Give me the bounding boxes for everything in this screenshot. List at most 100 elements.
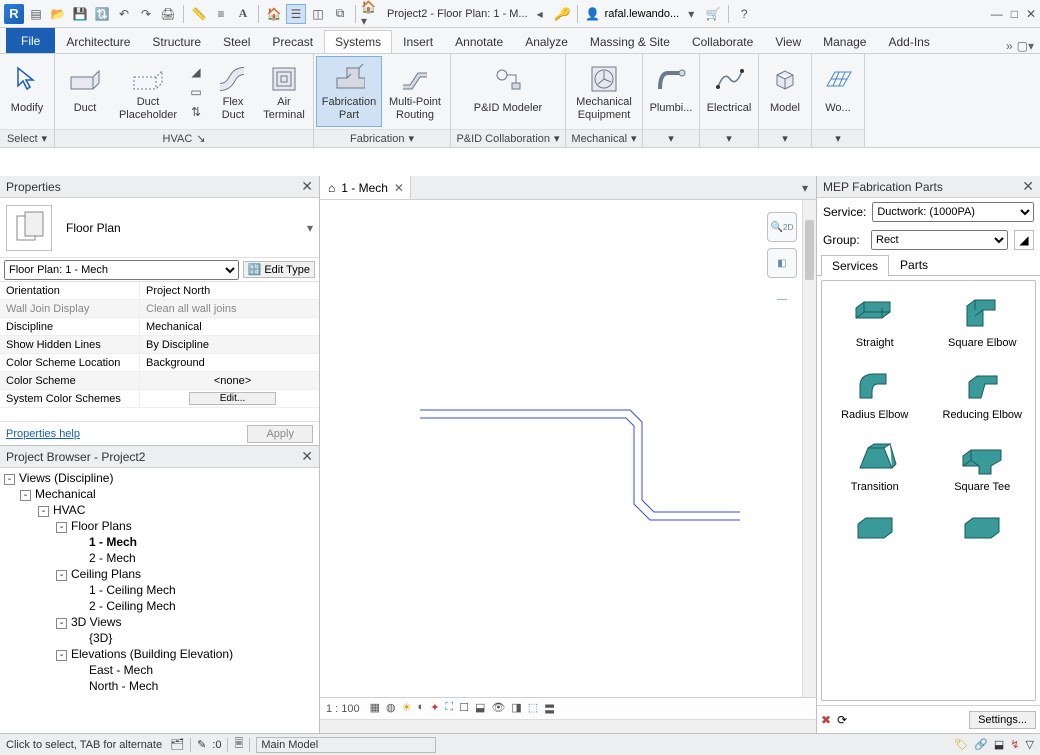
ribbon-tab-file[interactable]: File xyxy=(6,28,55,53)
tree-toggle-icon[interactable]: - xyxy=(20,490,31,501)
fabrication-part-button[interactable]: Fabrication Part xyxy=(316,56,382,127)
thin-lines-icon[interactable]: ☰ xyxy=(286,4,306,24)
ribbon-tab-architecture[interactable]: Architecture xyxy=(55,30,141,53)
service-select[interactable]: Ductwork: (1000PA) xyxy=(872,202,1034,222)
help-icon[interactable]: ? xyxy=(734,4,754,24)
workset-selector[interactable]: Main Model xyxy=(256,737,436,753)
property-row[interactable]: Color Scheme<none> xyxy=(0,372,319,390)
fab-part-straight[interactable]: Straight xyxy=(822,285,928,355)
tree-toggle-icon[interactable]: - xyxy=(56,618,67,629)
ribbon-tab-massing-site[interactable]: Massing & Site xyxy=(579,30,681,53)
type-dropdown-icon[interactable]: ▾ xyxy=(307,221,313,235)
edit-type-button[interactable]: 🔡 Edit Type xyxy=(243,261,315,278)
property-value[interactable]: By Discipline xyxy=(140,336,319,353)
electrical-button[interactable]: Electrical xyxy=(702,56,756,127)
status-icon-r5[interactable]: ▽ xyxy=(1026,738,1034,751)
modify-button[interactable]: Modify xyxy=(2,56,52,127)
tree-toggle-icon[interactable]: - xyxy=(56,570,67,581)
cart-icon[interactable]: 🛒 xyxy=(703,4,723,24)
group-select[interactable]: Rect xyxy=(871,230,1008,250)
close-tab-icon[interactable]: ✕ xyxy=(394,181,404,195)
property-value[interactable]: Clean all wall joins xyxy=(140,300,319,317)
model-group-expand[interactable]: ▾ xyxy=(759,129,811,147)
status-icon-r3[interactable]: ⬓ xyxy=(994,738,1004,751)
detail-level-icon[interactable]: ▦ xyxy=(370,701,380,717)
status-icon-r1[interactable]: 🏷 xyxy=(954,738,968,751)
shadows-icon[interactable]: ◐ xyxy=(418,701,425,717)
fab-part-transition[interactable]: Transition xyxy=(822,429,928,499)
status-icon-2[interactable]: ✎ xyxy=(197,738,206,751)
measure-icon[interactable]: 📏 xyxy=(189,4,209,24)
status-icon-r2[interactable]: 🔗 xyxy=(974,738,988,751)
tree-toggle-icon[interactable]: - xyxy=(4,474,15,485)
status-icon-3[interactable]: 🗏 xyxy=(234,735,243,754)
tree-node[interactable]: 1 - Ceiling Mech xyxy=(2,582,317,598)
tree-toggle-icon[interactable]: - xyxy=(56,650,67,661)
tree-node[interactable]: -Ceiling Plans xyxy=(2,566,317,582)
tree-node[interactable]: -Mechanical xyxy=(2,486,317,502)
tree-node[interactable]: -Views (Discipline) xyxy=(2,470,317,486)
ribbon-tab-insert[interactable]: Insert xyxy=(392,30,444,53)
close-hidden-icon[interactable]: ◫ xyxy=(308,4,328,24)
ribbon-tab-systems[interactable]: Systems xyxy=(324,30,392,53)
highlight-icon[interactable]: 〓 xyxy=(544,701,555,717)
fab-part-partial[interactable] xyxy=(930,501,1036,555)
sun-path-icon[interactable]: ☀ xyxy=(402,701,412,717)
ribbon-collapse-icon[interactable]: ▢▾ xyxy=(1017,39,1034,53)
user-name[interactable]: rafal.lewando... xyxy=(605,8,680,20)
select-dropdown[interactable]: Select ▾ xyxy=(0,129,54,147)
fabrication-group-label[interactable]: Fabrication ▾ xyxy=(314,129,450,147)
tree-node[interactable]: -HVAC xyxy=(2,502,317,518)
ribbon-tab-structure[interactable]: Structure xyxy=(141,30,212,53)
nav-left-icon[interactable]: ◂ xyxy=(530,4,550,24)
print-icon[interactable]: 🖨 xyxy=(158,4,178,24)
fab-part-square-elbow[interactable]: Square Elbow xyxy=(930,285,1036,355)
canvas[interactable]: 🔍2D ◧ — xyxy=(320,200,816,697)
horizontal-scrollbar[interactable] xyxy=(320,719,816,733)
close-window-button[interactable]: ✕ xyxy=(1026,7,1036,21)
properties-close-icon[interactable]: ✕ xyxy=(301,178,313,195)
ribbon-tab-collaborate[interactable]: Collaborate xyxy=(681,30,764,53)
settings-button[interactable]: Settings... xyxy=(969,711,1036,729)
workplane-button[interactable]: Wo... xyxy=(814,56,862,127)
project-browser-close-icon[interactable]: ✕ xyxy=(301,448,313,465)
tree-node[interactable]: 1 - Mech xyxy=(2,534,317,550)
lock-icon[interactable]: ⬓ xyxy=(475,701,485,717)
electrical-group-expand[interactable]: ▾ xyxy=(700,129,758,147)
redo-icon[interactable]: ↷ xyxy=(136,4,156,24)
sync-icon[interactable]: 🔃 xyxy=(92,4,112,24)
tree-node[interactable]: 2 - Mech xyxy=(2,550,317,566)
reveal-icon[interactable]: ◨ xyxy=(511,701,521,717)
plumbing-group-expand[interactable]: ▾ xyxy=(643,129,699,147)
convert-icon[interactable]: ⇅ xyxy=(187,103,205,121)
duct-button[interactable]: Duct xyxy=(57,56,113,127)
crop-icon[interactable]: ⛶ xyxy=(445,701,453,717)
ribbon-tab-annotate[interactable]: Annotate xyxy=(444,30,514,53)
view-tab[interactable]: ⌂ 1 - Mech ✕ xyxy=(320,176,411,199)
status-icon-r4[interactable]: ↯ xyxy=(1010,738,1019,751)
view-tabs-menu-icon[interactable]: ▾ xyxy=(794,181,816,195)
text-icon[interactable]: A xyxy=(233,4,253,24)
visual-style-icon[interactable]: ◍ xyxy=(386,701,396,717)
pid-modeler-button[interactable]: P&ID Modeler xyxy=(453,56,563,127)
fab-part-reducing-elbow[interactable]: Reducing Elbow xyxy=(930,357,1036,427)
fab-foot-icon-2[interactable]: ⟳ xyxy=(837,713,847,727)
property-row[interactable]: Show Hidden LinesBy Discipline xyxy=(0,336,319,354)
nav-2d-icon[interactable]: 🔍2D xyxy=(767,212,797,242)
mechanical-group-label[interactable]: Mechanical ▾ xyxy=(566,129,642,147)
property-value[interactable]: Mechanical xyxy=(140,318,319,335)
properties-help-link[interactable]: Properties help xyxy=(6,428,80,440)
vertical-scrollbar[interactable] xyxy=(802,200,816,697)
temporary-hide-icon[interactable]: 👁 xyxy=(491,701,505,717)
crop-visible-icon[interactable]: ☐ xyxy=(459,701,469,717)
fab-tab-parts[interactable]: Parts xyxy=(889,254,939,275)
fab-part-square-tee[interactable]: Square Tee xyxy=(930,429,1036,499)
duct-accessory-icon[interactable]: ▭ xyxy=(187,83,205,101)
nav-pan-icon[interactable]: — xyxy=(767,284,797,314)
property-row[interactable]: Wall Join DisplayClean all wall joins xyxy=(0,300,319,318)
property-row[interactable]: DisciplineMechanical xyxy=(0,318,319,336)
search-icon[interactable]: 🔑 xyxy=(552,4,572,24)
rendering-icon[interactable]: ✦ xyxy=(430,701,439,717)
duct-placeholder-button[interactable]: Duct Placeholder xyxy=(113,56,183,127)
save-icon[interactable]: 💾 xyxy=(70,4,90,24)
